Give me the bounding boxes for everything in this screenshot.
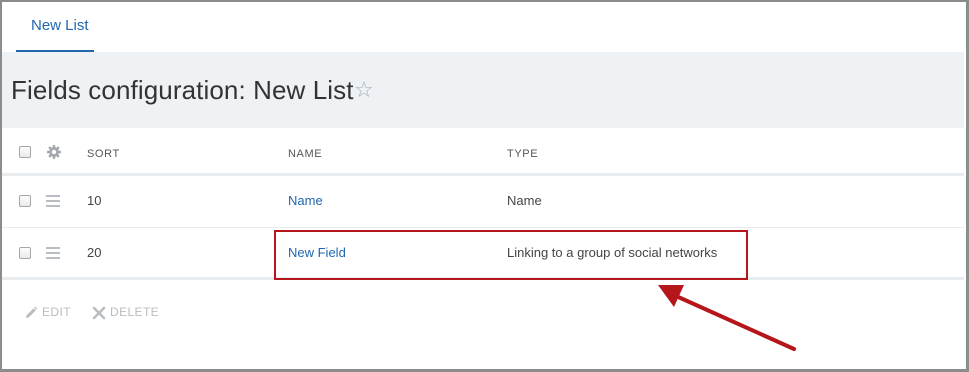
- row-checkbox[interactable]: [19, 247, 31, 259]
- tab-label: New List: [31, 17, 89, 34]
- page-title: Fields configuration: New List: [11, 75, 354, 105]
- row-type-value: Name: [507, 193, 542, 208]
- drag-handle-icon[interactable]: [46, 247, 60, 259]
- close-icon: [92, 306, 106, 320]
- title-bar: Fields configuration: New List ☆: [2, 52, 964, 128]
- tab-new-list[interactable]: New List: [16, 2, 94, 52]
- drag-handle-icon[interactable]: [46, 195, 60, 207]
- table-row[interactable]: 10 Name Name: [2, 176, 964, 228]
- highlight-box: [274, 230, 748, 280]
- row-name-link[interactable]: Name: [288, 193, 323, 208]
- pencil-icon: [26, 306, 38, 318]
- table-header-row: SORT NAME TYPE: [2, 128, 964, 176]
- tab-bar: New List: [2, 2, 964, 52]
- row-sort-value: 20: [87, 245, 102, 260]
- column-header-type[interactable]: TYPE: [507, 148, 538, 160]
- delete-label: DELETE: [110, 305, 160, 319]
- row-checkbox[interactable]: [19, 195, 31, 207]
- gear-icon[interactable]: [46, 144, 62, 160]
- row-sort-value: 10: [87, 193, 102, 208]
- edit-label: EDIT: [42, 305, 71, 319]
- column-header-name[interactable]: NAME: [288, 148, 322, 160]
- column-header-sort[interactable]: SORT: [87, 148, 120, 160]
- star-icon[interactable]: ☆: [354, 77, 374, 103]
- select-all-checkbox[interactable]: [19, 146, 31, 158]
